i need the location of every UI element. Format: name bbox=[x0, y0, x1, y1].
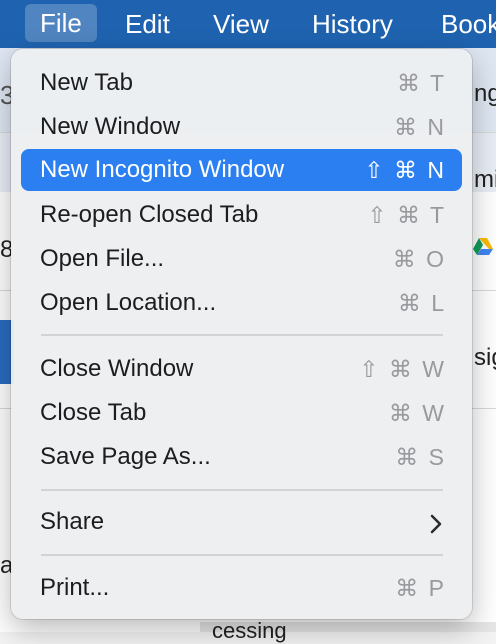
shortcut-text: ⇧ ⌘ N bbox=[364, 157, 446, 183]
menu-item-close-tab[interactable]: Close Tab ⌘ W bbox=[21, 392, 462, 434]
menu-item-label: Re-open Closed Tab bbox=[40, 201, 259, 228]
chevron-right-icon bbox=[430, 501, 442, 543]
menu-item-reopen-closed-tab[interactable]: Re-open Closed Tab ⇧ ⌘ T bbox=[21, 194, 462, 236]
shortcut-text: ⇧ ⌘ T bbox=[367, 202, 446, 228]
menu-bookmarks[interactable]: Book bbox=[441, 7, 496, 41]
menu-separator bbox=[41, 554, 443, 556]
shortcut-text: ⌘ S bbox=[395, 444, 446, 470]
google-drive-icon bbox=[473, 238, 493, 255]
menu-item-save-page-as[interactable]: Save Page As... ⌘ S bbox=[21, 436, 462, 478]
menu-history[interactable]: History bbox=[312, 7, 393, 41]
menu-separator bbox=[41, 334, 443, 336]
background-text: ng bbox=[474, 80, 496, 107]
menu-bar: File Edit View History Book bbox=[0, 0, 496, 48]
shortcut-text: ⌘ T bbox=[396, 70, 446, 96]
menu-item-label: Share bbox=[40, 508, 105, 535]
background-text: cessing bbox=[212, 618, 287, 643]
menu-separator bbox=[41, 489, 443, 491]
file-menu: New Tab ⌘ T New Window ⌘ N New Incognito… bbox=[11, 49, 472, 619]
background-text: mi bbox=[474, 166, 496, 193]
menu-item-new-incognito-window[interactable]: New Incognito Window ⇧ ⌘ N bbox=[21, 149, 462, 191]
shortcut-text: ⌘ W bbox=[388, 400, 446, 426]
shortcut-text: ⌘ L bbox=[397, 290, 446, 316]
shortcut-text: ⌘ O bbox=[392, 246, 446, 272]
menu-item-label: Open Location... bbox=[40, 289, 217, 316]
menu-view[interactable]: View bbox=[213, 7, 269, 41]
menu-item-label: Save Page As... bbox=[40, 443, 211, 470]
menu-item-label: New Window bbox=[40, 113, 181, 140]
menu-item-open-file[interactable]: Open File... ⌘ O bbox=[21, 238, 462, 280]
menu-item-share[interactable]: Share bbox=[21, 501, 462, 543]
menu-edit[interactable]: Edit bbox=[125, 7, 170, 41]
menu-item-label: New Tab bbox=[40, 69, 133, 96]
menu-item-label: Close Tab bbox=[40, 399, 147, 426]
background-text: sig bbox=[474, 344, 496, 371]
shortcut-text: ⌘ N bbox=[394, 114, 446, 140]
menu-item-open-location[interactable]: Open Location... ⌘ L bbox=[21, 282, 462, 324]
menu-item-label: Print... bbox=[40, 574, 110, 601]
menu-item-print[interactable]: Print... ⌘ P bbox=[21, 567, 462, 609]
shortcut-text: ⇧ ⌘ W bbox=[359, 356, 446, 382]
menu-file[interactable]: File bbox=[25, 4, 97, 42]
menu-item-new-tab[interactable]: New Tab ⌘ T bbox=[21, 62, 462, 104]
menu-item-label: Close Window bbox=[40, 355, 194, 382]
menu-item-label: Open File... bbox=[40, 245, 165, 272]
menu-item-label: New Incognito Window bbox=[40, 156, 285, 183]
menu-item-close-window[interactable]: Close Window ⇧ ⌘ W bbox=[21, 348, 462, 390]
shortcut-text: ⌘ P bbox=[395, 575, 446, 601]
menu-item-new-window[interactable]: New Window ⌘ N bbox=[21, 106, 462, 148]
